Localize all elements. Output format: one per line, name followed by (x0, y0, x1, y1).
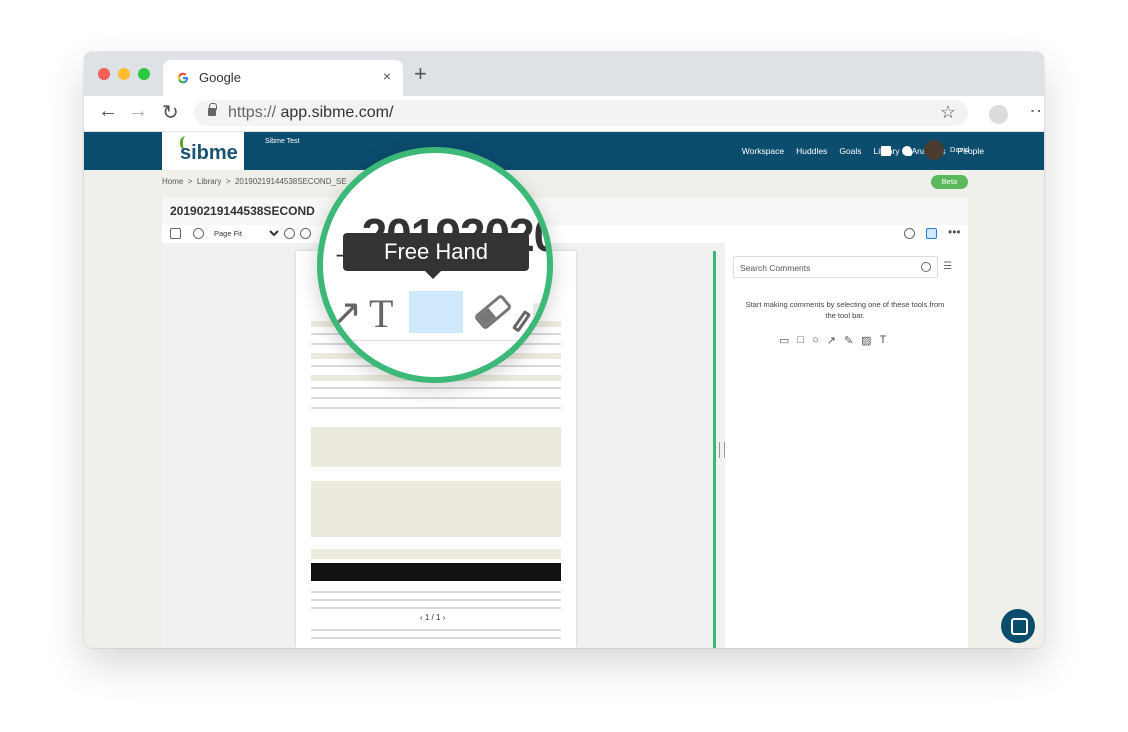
nav-goals[interactable]: Goals (839, 146, 861, 156)
sort-icon[interactable]: ☰ (943, 261, 952, 272)
close-tab-icon[interactable]: × (383, 68, 391, 84)
table-row (311, 427, 561, 467)
breadcrumb-home[interactable]: Home (162, 177, 183, 186)
comments-icon[interactable] (926, 228, 937, 239)
comments-empty-hint: Start making comments by selecting one o… (745, 300, 945, 320)
search-icon[interactable] (904, 228, 915, 239)
comments-panel: Search Comments ☰ Start making comments … (725, 243, 968, 648)
comment-tools: ▭ □ ○ ↗ ✎ ▨ T (779, 334, 886, 347)
table-row (311, 591, 561, 593)
new-tab-button[interactable]: + (414, 61, 427, 87)
zoom-select[interactable]: Page Fit (208, 227, 282, 240)
zoomed-toolbar: ↗ T (323, 281, 547, 341)
maximize-window-button[interactable] (138, 68, 150, 80)
table-row (311, 481, 561, 537)
user-avatar[interactable] (924, 140, 944, 160)
text-tool-icon[interactable]: T (369, 294, 393, 334)
browser-menu-icon[interactable]: ⋮ (1028, 102, 1044, 120)
table-row (311, 599, 561, 601)
document-title-bar: 20190219144538SECOND (162, 197, 968, 225)
browser-tab[interactable]: Google × (163, 60, 403, 96)
tab-title: Google (199, 70, 241, 85)
arrow-tool-icon[interactable]: ↗ (329, 294, 363, 334)
main-nav: Workspace Huddles Goals Library Analytic… (742, 146, 984, 156)
search-comments-input[interactable]: Search Comments (733, 256, 938, 278)
beta-badge: Beta (931, 175, 968, 189)
pen-icon (512, 309, 532, 333)
notification-icon[interactable] (902, 146, 912, 156)
back-icon[interactable]: ← (98, 100, 118, 123)
eraser-icon[interactable] (473, 293, 513, 331)
url-scheme: https:// (228, 104, 277, 121)
zoom-callout: _20192020 ↗ T Free Hand (317, 147, 553, 383)
url-text: https:// app.sibme.com/ (228, 104, 393, 122)
breadcrumb-library[interactable]: Library (197, 177, 221, 186)
logo-text: sibme (180, 142, 238, 164)
browser-window: Google × + ← → ↻ https:// app.sibme.com/… (84, 52, 1044, 648)
sidebar-toggle-icon[interactable] (170, 228, 181, 239)
table-row-highlight (311, 563, 561, 581)
google-icon (178, 72, 188, 84)
rectangle-tool-icon[interactable]: □ (797, 334, 804, 347)
breadcrumb-separator: > (225, 177, 231, 186)
table-row (311, 629, 561, 631)
viewer-toolbar: Page Fit ••• (162, 225, 968, 243)
address-bar-row: ← → ↻ https:// app.sibme.com/ ☆ ⋮ (84, 96, 1044, 132)
url-field[interactable]: https:// app.sibme.com/ ☆ (194, 100, 968, 126)
breadcrumb-current: 20190219144538SECOND_SE (234, 177, 347, 186)
minimize-window-button[interactable] (118, 68, 130, 80)
zoom-in-icon[interactable] (284, 228, 295, 239)
close-window-button[interactable] (98, 68, 110, 80)
nav-huddles[interactable]: Huddles (796, 146, 827, 156)
panel-divider (713, 251, 716, 648)
url-host: app.sibme.com/ (280, 104, 394, 121)
freehand-tool-icon[interactable]: ✎ (844, 334, 853, 347)
table-row (311, 397, 561, 399)
reload-icon[interactable]: ↻ (162, 100, 179, 125)
search-icon (921, 262, 931, 272)
chat-widget-button[interactable] (1001, 609, 1035, 643)
circle-tool-icon[interactable]: ○ (812, 334, 819, 347)
forward-icon[interactable]: → (128, 100, 148, 123)
arrow-tool-icon[interactable]: ↗ (827, 334, 836, 347)
zoom-out-icon[interactable] (300, 228, 311, 239)
page-navigator[interactable]: ‹ 1 / 1 › (418, 613, 448, 622)
image-tool-icon[interactable]: ▨ (861, 334, 871, 347)
table-row (311, 549, 561, 559)
lock-icon (208, 103, 217, 116)
tab-bar: Google × + (84, 52, 1044, 96)
breadcrumb-separator: > (187, 177, 193, 186)
breadcrumb: Home > Library > 20190219144538SECOND_SE (162, 177, 347, 186)
account-switcher[interactable]: Sibme Test (265, 138, 300, 145)
free-hand-tooltip: Free Hand (343, 233, 529, 279)
user-name[interactable]: David (950, 145, 969, 154)
sibme-logo[interactable]: sibme (162, 132, 244, 170)
text-tool-icon[interactable]: T (880, 334, 887, 347)
document-title: 20190219144538SECOND (170, 204, 315, 218)
nav-workspace[interactable]: Workspace (742, 146, 784, 156)
profile-avatar[interactable] (989, 105, 1008, 124)
bookmark-star-icon[interactable]: ☆ (940, 102, 956, 123)
search-comments-placeholder: Search Comments (740, 263, 811, 273)
comment-tool-icon[interactable]: ▭ (779, 334, 789, 347)
calendar-icon[interactable] (881, 146, 891, 156)
table-row (311, 387, 561, 389)
pan-tool-icon[interactable] (193, 228, 204, 239)
freehand-tool-button[interactable] (409, 291, 532, 333)
table-row (311, 407, 561, 409)
app-header: sibme Sibme Test Workspace Huddles Goals… (84, 132, 1044, 170)
table-row (311, 607, 561, 609)
table-row (311, 637, 561, 639)
more-options-icon[interactable]: ••• (948, 225, 961, 239)
